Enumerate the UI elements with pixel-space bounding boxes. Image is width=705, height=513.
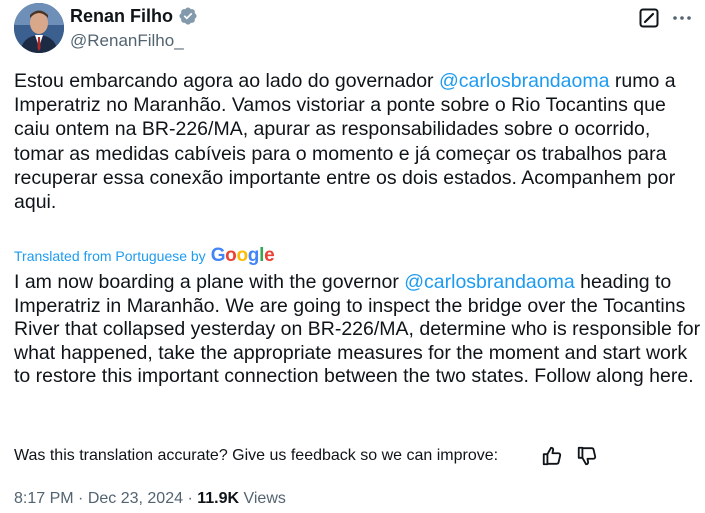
meta-separator-2: ·: [183, 490, 198, 507]
translation-text: I am now boarding a plane with the gover…: [14, 271, 704, 389]
thumbs-down-icon[interactable]: [576, 445, 598, 467]
mention-link[interactable]: @carlosbrandaoma: [439, 70, 609, 92]
avatar[interactable]: [14, 3, 64, 53]
views-count: 11.9K: [197, 490, 240, 507]
google-logo: Google: [210, 245, 275, 266]
translation-text-part1: I am now boarding a plane with the gover…: [14, 271, 405, 293]
meta-separator: ·: [73, 490, 88, 507]
author-handle[interactable]: @RenanFilho_: [70, 31, 184, 51]
translation-mention-link[interactable]: @carlosbrandaoma: [404, 271, 574, 293]
views-label: Views: [239, 490, 286, 507]
tweet-date[interactable]: Dec 23, 2024: [88, 490, 183, 507]
translated-from-text[interactable]: Translated from Portuguese by: [14, 247, 206, 265]
tweet-time[interactable]: 8:17 PM: [14, 490, 74, 507]
tweet-text: Estou embarcando agora ao lado do govern…: [14, 69, 694, 214]
translation-feedback-prompt: Was this translation accurate? Give us f…: [14, 447, 499, 464]
verified-badge-icon[interactable]: [178, 6, 198, 26]
translated-from-label[interactable]: Translated from Portuguese by Google: [14, 245, 275, 266]
thumbs-up-icon[interactable]: [541, 445, 563, 467]
tweet-meta: 8:17 PM · Dec 23, 2024 · 11.9K Views: [14, 488, 286, 509]
grok-icon[interactable]: [638, 7, 660, 29]
author-display-name[interactable]: Renan Filho: [70, 5, 198, 27]
author-name-text[interactable]: Renan Filho: [70, 5, 173, 27]
more-options-icon[interactable]: [671, 7, 693, 29]
tweet-text-part1: Estou embarcando agora ao lado do govern…: [14, 70, 439, 92]
